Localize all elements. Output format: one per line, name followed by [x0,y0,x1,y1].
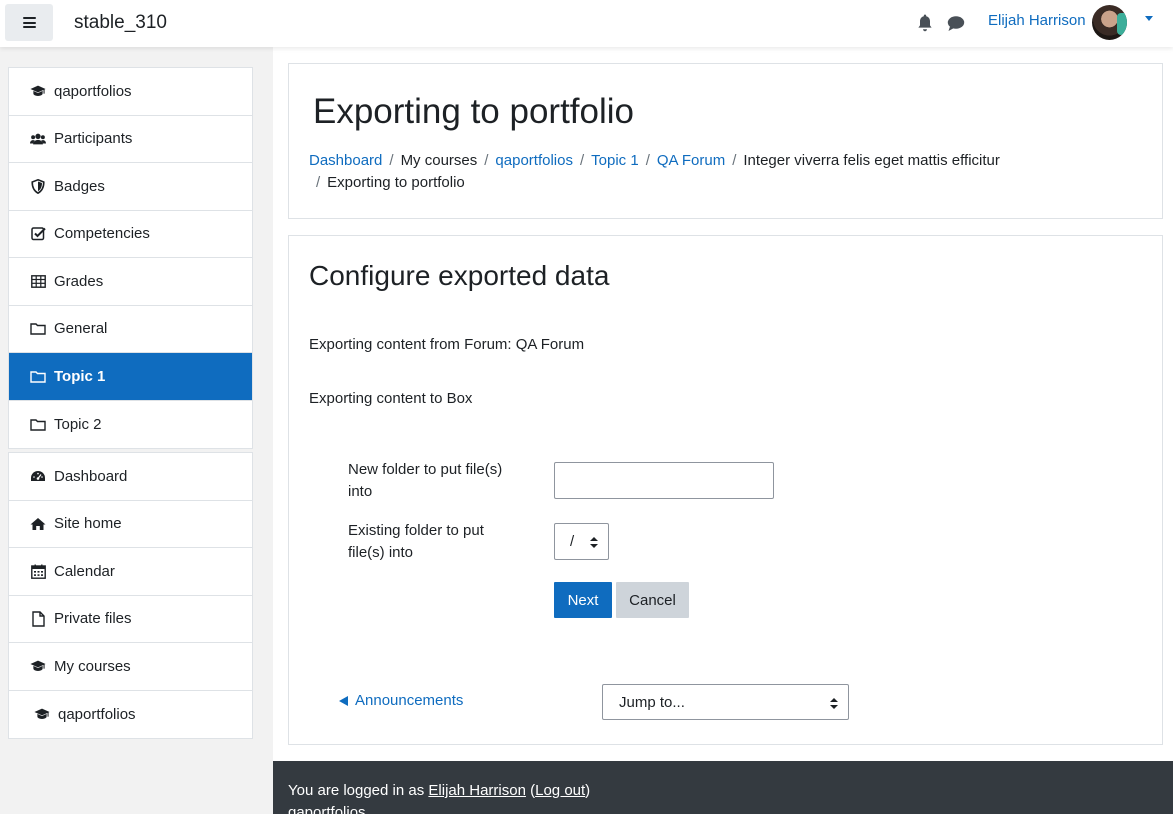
breadcrumb-my-courses: My courses [400,152,478,169]
caret-down-icon[interactable] [1145,16,1153,21]
sidebar: qaportfolios Participants Badges Compete… [0,47,273,814]
sidebar-item-topic-2[interactable]: Topic 2 [9,401,252,449]
breadcrumb-qaportfolios[interactable]: qaportfolios [495,152,573,169]
jump-to-value: Jump to... [619,693,685,711]
sidebar-item-label: Private files [54,610,132,628]
breadcrumb-current: Exporting to portfolio [327,174,465,191]
course-nav-list: qaportfolios Participants Badges Compete… [8,67,253,449]
sidebar-item-qaportfolios-course[interactable]: qaportfolios [9,691,252,739]
menu-icon [22,17,36,28]
export-config-card: Configure exported data Exporting conten… [288,235,1163,745]
sidebar-item-badges[interactable]: Badges [9,163,252,211]
top-navbar: stable_310 Elijah Harrison [0,0,1173,47]
sidebar-item-label: Badges [54,177,105,195]
cancel-button[interactable]: Cancel [616,582,689,618]
section-title: Configure exported data [309,260,610,291]
breadcrumb-qa-forum[interactable]: QA Forum [657,152,725,169]
existing-folder-label: Existing folder to put file(s) into [348,522,484,561]
sidebar-item-calendar[interactable]: Calendar [9,548,252,596]
sidebar-item-competencies[interactable]: Competencies [9,211,252,258]
existing-folder-select[interactable]: / [554,523,609,560]
shield-icon [30,178,46,194]
sidebar-item-site-home[interactable]: Site home [9,501,252,548]
users-icon [30,131,46,147]
sidebar-item-label: Competencies [54,225,150,243]
sidebar-item-general[interactable]: General [9,306,252,353]
site-name[interactable]: stable_310 [74,12,167,34]
breadcrumb-dashboard[interactable]: Dashboard [309,152,382,169]
login-info: You are logged in as Elijah Harrison (Lo… [288,782,591,799]
breadcrumb-separator: / [389,152,394,169]
graduation-cap-icon [30,658,46,674]
sidebar-item-label: qaportfolios [58,705,136,723]
folder-icon [30,368,46,384]
sidebar-item-label: Site home [54,515,122,533]
existing-folder-value: / [570,533,575,550]
avatar[interactable] [1092,5,1127,40]
folder-icon [30,321,46,337]
sidebar-item-label: qaportfolios [54,82,132,100]
page-header: Exporting to portfolio Dashboard / My cour… [288,63,1163,219]
page-footer: You are logged in as Elijah Harrison (Lo… [273,761,1173,814]
sidebar-item-private-files[interactable]: Private files [9,596,252,643]
menu-toggle-button[interactable] [5,4,53,41]
folder-icon [30,416,46,432]
user-menu-name[interactable]: Elijah Harrison [988,12,1086,29]
export-from-text: Exporting content from Forum: QA Forum [309,336,585,353]
export-to-text: Exporting content to Box [309,390,473,407]
graduation-cap-icon [34,706,50,722]
sidebar-item-label: Topic 1 [54,367,106,385]
logout-link[interactable]: Log out [535,782,585,799]
graduation-cap-icon [30,83,46,99]
check-square-icon [30,226,46,242]
breadcrumb-separator: / [579,152,585,169]
sidebar-item-participants[interactable]: Participants [9,116,252,163]
main-region: Exporting to portfolio Dashboard / My cour… [273,47,1173,761]
new-folder-input[interactable] [554,462,774,499]
footer-user-link[interactable]: Elijah Harrison [428,782,526,799]
bell-icon[interactable] [917,14,933,32]
breadcrumb-separator: / [732,152,737,169]
sidebar-item-label: Calendar [54,562,115,580]
breadcrumb-separator: / [645,152,650,169]
calendar-icon [30,563,46,579]
select-arrows-icon [590,537,598,548]
sidebar-item-label: Grades [54,272,104,290]
breadcrumb-discussion: Integer viverra felis eget mattis effici… [743,152,1000,169]
jump-to-select[interactable]: Jump to... [602,684,849,720]
breadcrumb-separator: / [484,152,489,169]
new-folder-label: New folder to put file(s) into [348,461,503,500]
page-title: Exporting to portfolio [313,92,635,131]
chat-icon[interactable] [947,15,965,32]
sidebar-item-my-courses[interactable]: My courses [9,643,252,691]
home-icon [30,516,46,532]
footer-course-name: qaportfolios [288,804,366,814]
logged-in-prefix: You are logged in as [288,782,425,799]
sidebar-item-topic-1[interactable]: Topic 1 [9,353,252,401]
sidebar-item-grades[interactable]: Grades [9,258,252,306]
sidebar-item-label: General [54,320,108,338]
sidebar-item-qaportfolios[interactable]: qaportfolios [9,68,252,116]
sidebar-item-dashboard[interactable]: Dashboard [9,453,252,501]
breadcrumb: Dashboard / My courses / qaportfolios / Topic … [309,150,1069,194]
sidebar-item-label: Participants [54,130,133,148]
site-nav-list: Dashboard Site home Calendar Private fil… [8,452,253,739]
prev-activity-label: Announcements [355,692,464,709]
table-icon [30,273,46,289]
next-button[interactable]: Next [554,582,612,618]
prev-activity-link[interactable]: Announcements [339,692,463,709]
sidebar-item-label: My courses [54,657,131,675]
sidebar-item-label: Topic 2 [54,415,102,433]
breadcrumb-topic-1[interactable]: Topic 1 [591,152,639,169]
select-arrows-icon [830,698,838,709]
file-icon [30,611,46,627]
triangle-left-icon [339,695,348,706]
dashboard-icon [30,468,46,484]
breadcrumb-separator: / [316,174,321,191]
sidebar-item-label: Dashboard [54,467,128,485]
